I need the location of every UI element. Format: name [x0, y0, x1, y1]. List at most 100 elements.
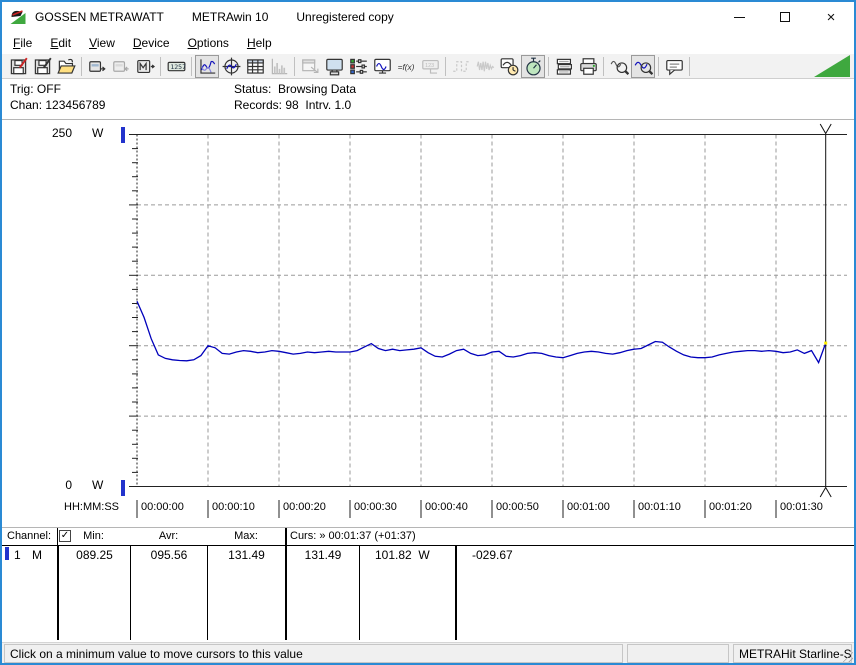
title-app-name: GOSSEN METRAWATT [35, 10, 164, 24]
x-tick-label: 00:01:30 [780, 501, 823, 513]
header-channel: Channel: [7, 530, 52, 542]
x-tick-label: 00:01:00 [567, 501, 610, 513]
device-write-icon [109, 55, 133, 78]
window-controls: × [716, 2, 854, 32]
x-tick-label: 00:00:50 [496, 501, 539, 513]
y-axis-unit-bottom: W [92, 478, 104, 492]
app-logo-icon [10, 10, 26, 24]
toolbar-separator [160, 56, 161, 76]
toolbar: 1257 =f(x) 123 [2, 54, 854, 79]
header-vline [57, 528, 58, 545]
info-panel: Trig: OFF Chan: 123456789 Status: Browsi… [2, 79, 854, 119]
y-axis-max-label: 250 [51, 126, 72, 140]
toolbar-separator [191, 56, 192, 76]
status-text: Status: Browsing Data [234, 82, 357, 96]
menu-bar: File Edit View Device Options Help [2, 32, 854, 54]
svg-text:1257: 1257 [170, 63, 186, 71]
print-report-icon[interactable] [552, 55, 576, 78]
chart-panel[interactable]: 250 W 0 W HH:MM:SS 00:00:00 00:00:10 00:00… [2, 119, 854, 528]
printer-icon[interactable] [576, 55, 600, 78]
header-avr[interactable]: Avr: [130, 530, 207, 542]
toolbar-separator [603, 56, 604, 76]
cell-min[interactable]: 089.25 [59, 548, 130, 562]
zoom-curve-icon[interactable] [631, 54, 655, 78]
x-tick-label: 00:01:10 [638, 501, 681, 513]
window-export-icon [298, 55, 322, 78]
annotation-icon[interactable] [662, 55, 686, 78]
x-tick-label: 00:00:40 [425, 501, 468, 513]
title-bar: GOSSEN METRAWATT METRAwin 10 Unregistere… [2, 2, 854, 32]
metrawin-window: GOSSEN METRAWATT METRAwin 10 Unregistere… [0, 0, 856, 665]
records-text: Records: 98 Intrv. 1.0 [234, 98, 352, 112]
maximize-button[interactable] [762, 2, 808, 32]
x-axis-format-label: HH:MM:SS [64, 501, 119, 513]
header-vline [285, 528, 287, 545]
statusbar-hint: Click on a minimum value to move cursors… [4, 644, 623, 663]
zoom-previous-icon[interactable] [607, 55, 631, 78]
save-icon[interactable] [6, 55, 30, 78]
data-table-icon[interactable] [243, 55, 267, 78]
green-triangle-indicator [814, 55, 850, 77]
cell-max[interactable]: 131.49 [208, 548, 285, 562]
cell-unit: W [418, 548, 430, 562]
monitor-save-icon[interactable] [322, 55, 346, 78]
title-unregistered-note: Unregistered copy [296, 10, 394, 24]
minimize-button[interactable] [716, 2, 762, 32]
x-tick-label: 00:01:20 [709, 501, 752, 513]
save-as-icon[interactable] [30, 55, 54, 78]
minimize-icon [733, 16, 745, 18]
toolbar-separator [658, 56, 659, 76]
close-button[interactable]: × [808, 2, 854, 32]
display-link-icon: 123 [418, 55, 442, 78]
stats-table: Channel: ✓ Min: Avr: Max: Curs: » 00:01:… [2, 528, 854, 642]
col-vline [455, 545, 457, 640]
channel-color-marker [5, 547, 9, 560]
formula-icon[interactable]: =f(x) [394, 55, 418, 78]
statusbar-middle [627, 644, 729, 663]
toolbar-separator [689, 56, 690, 76]
menu-file[interactable]: File [4, 33, 41, 53]
statusbar-device: METRAHit Starline-Seri [733, 644, 852, 663]
numeric-display-icon[interactable]: 1257 [164, 55, 188, 78]
toolbar-separator [294, 56, 295, 76]
status-bar: Click on a minimum value to move cursors… [2, 642, 854, 663]
channel-settings-icon[interactable] [346, 55, 370, 78]
memory-read-icon[interactable] [133, 55, 157, 78]
trigger-status: Trig: OFF [10, 82, 61, 96]
close-icon: × [826, 8, 836, 26]
svg-text:=f(x): =f(x) [397, 62, 414, 72]
curve-chart-icon[interactable] [195, 54, 219, 78]
crosshair-chart-icon[interactable] [219, 55, 243, 78]
svg-text:123: 123 [425, 63, 434, 69]
monitor-link-icon[interactable] [370, 55, 394, 78]
device-read-icon[interactable] [85, 55, 109, 78]
menu-view[interactable]: View [80, 33, 124, 53]
menu-options[interactable]: Options [179, 33, 238, 53]
channel-list: Chan: 123456789 [10, 98, 106, 112]
x-tick-label: 00:00:10 [212, 501, 255, 513]
stopwatch-icon[interactable] [521, 54, 545, 78]
menu-help[interactable]: Help [238, 33, 281, 53]
meter-clock-icon[interactable] [497, 55, 521, 78]
cell-channel-mode: M [32, 548, 42, 562]
title-product-name: METRAwin 10 [191, 10, 269, 24]
toolbar-separator [445, 56, 446, 76]
x-tick-label: 00:00:20 [283, 501, 326, 513]
maximize-icon [780, 12, 790, 22]
power-line-chart[interactable] [2, 121, 854, 528]
menu-edit[interactable]: Edit [41, 33, 80, 53]
toolbar-separator [81, 56, 82, 76]
x-tick-label: 00:00:30 [354, 501, 397, 513]
header-max[interactable]: Max: [207, 530, 285, 542]
toolbar-separator [548, 56, 549, 76]
cell-avr[interactable]: 095.56 [131, 548, 207, 562]
x-tick-label: 00:00:00 [141, 501, 184, 513]
header-min[interactable]: Min: [57, 530, 130, 542]
histogram-icon [267, 55, 291, 78]
header-cursor: Curs: » 00:01:37 (+01:37) [290, 530, 416, 542]
menu-device[interactable]: Device [124, 33, 179, 53]
trigger-wave-icon [449, 55, 473, 78]
cell-cursor-delta: -029.67 [472, 548, 513, 562]
cell-channel-number[interactable]: 1 [14, 548, 21, 562]
open-folder-icon[interactable] [54, 55, 78, 78]
